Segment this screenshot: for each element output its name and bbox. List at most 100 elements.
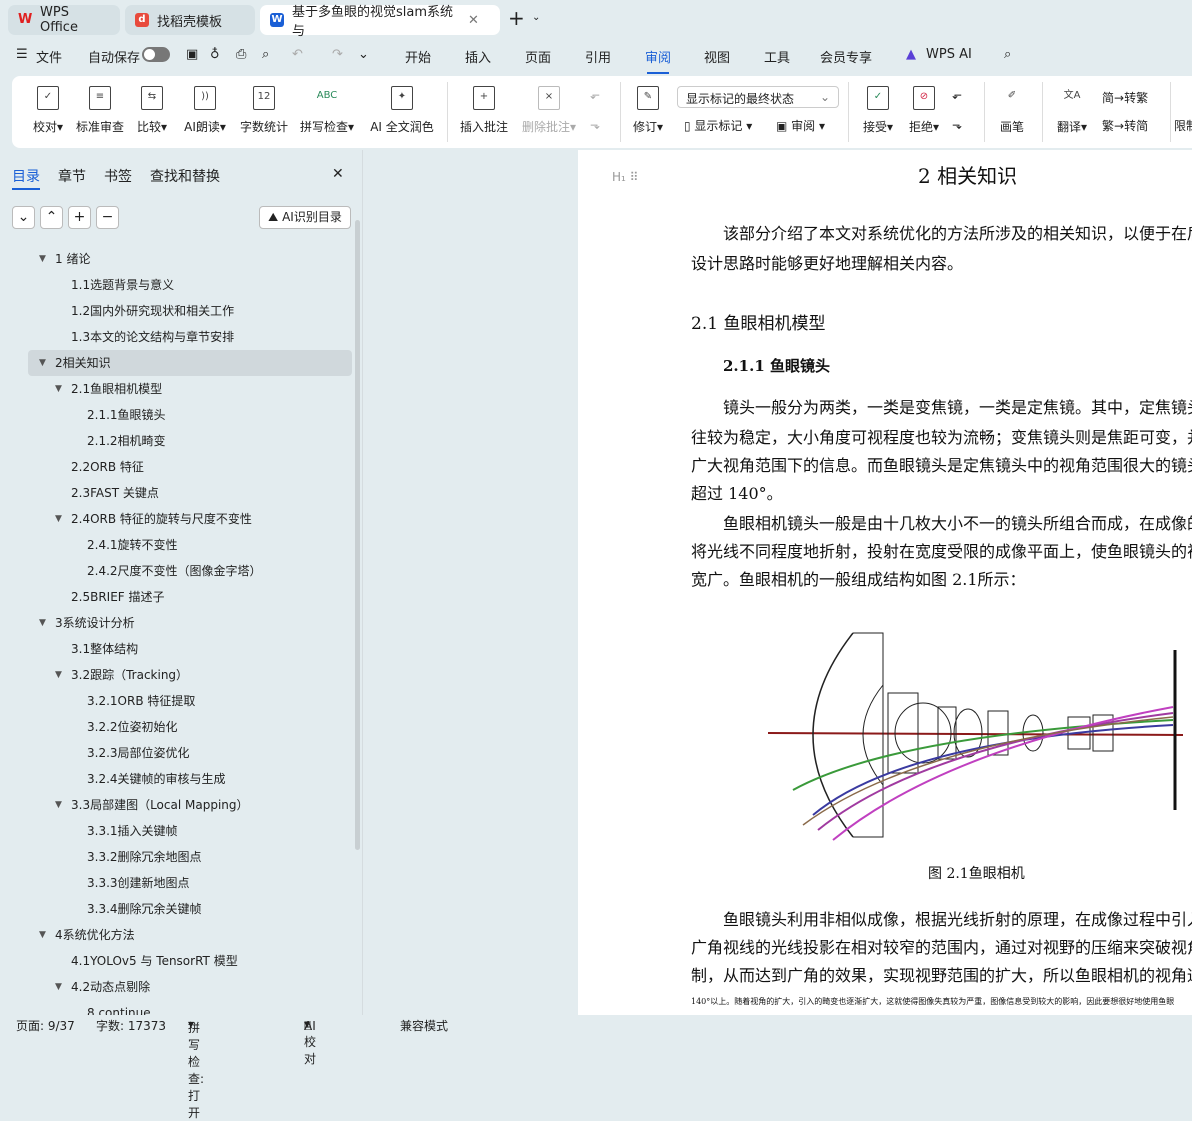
to-simplified-button[interactable]: 繁→转简 [1102,117,1148,134]
to-traditional-button[interactable]: 简→转繁 [1102,89,1148,106]
show-markup-button[interactable]: ▯ 显示标记 ▾ [684,117,752,134]
toc-item[interactable]: 1.3本文的论文结构与章节安排 [28,324,352,350]
toc-item[interactable]: ▼ 2相关知识 [28,350,352,376]
remove-heading-button[interactable]: − [96,206,119,229]
close-icon[interactable]: ✕ [468,13,479,28]
menu-review[interactable]: 审阅 [645,47,671,74]
toc-item[interactable]: ▼ 2.1鱼眼相机模型 [28,376,352,402]
ai-check-status[interactable]: ⍁ AI 校对 ▾ [304,1017,316,1066]
prev-change-icon[interactable]: ⬐ [952,88,962,102]
toc-item[interactable]: 2.1.1鱼眼镜头 [28,402,352,428]
toc-item[interactable]: 3.2.1ORB 特征提取 [28,688,352,714]
toc-item[interactable]: 3.3.1插入关键帧 [28,818,352,844]
ai-toc-button[interactable]: ⛰ AI识别目录 [259,206,351,229]
add-heading-button[interactable]: + [68,206,91,229]
toc-item[interactable]: ▼ 3系统设计分析 [28,610,352,636]
toc-item[interactable]: 2.4.2尺度不变性（图像金字塔） [28,558,352,584]
toc-item[interactable]: ▼ 3.2跟踪（Tracking） [28,662,352,688]
toc-item[interactable]: 3.1整体结构 [28,636,352,662]
toc-item[interactable]: 2.3FAST 关键点 [28,480,352,506]
expand-caret-icon[interactable]: ▼ [55,662,62,688]
accept-button[interactable]: ✓ 接受▾ [858,86,898,135]
ai-read-button[interactable]: )) AI朗读▾ [178,86,232,135]
toc-item[interactable]: ▼ 4系统优化方法 [28,922,352,948]
toc-item[interactable]: 3.3.2删除冗余地图点 [28,844,352,870]
toc-item[interactable]: 3.2.3局部位姿优化 [28,740,352,766]
toc-item[interactable]: 2.2ORB 特征 [28,454,352,480]
expand-caret-icon[interactable]: ▼ [55,792,62,818]
menu-tools[interactable]: 工具 [764,47,790,66]
undo-icon[interactable]: ↶ [292,47,303,62]
menu-insert[interactable]: 插入 [465,47,491,66]
expand-caret-icon[interactable]: ▼ [39,246,46,272]
translate-button[interactable]: 文A 翻译▾ [1052,86,1092,135]
toc-item[interactable]: 2.4.1旋转不变性 [28,532,352,558]
nav-tab-sections[interactable]: 章节 [58,166,86,186]
expand-caret-icon[interactable]: ▼ [55,506,62,532]
toc-item[interactable]: ▼ 3.3局部建图（Local Mapping） [28,792,352,818]
next-comment-icon[interactable]: ⬎ [590,118,600,132]
menu-view[interactable]: 视图 [704,47,730,66]
standard-review-button[interactable]: ≡ 标准审查 [74,86,126,135]
menu-references[interactable]: 引用 [585,47,611,66]
toc-item[interactable]: 4.1YOLOv5 与 TensorRT 模型 [28,948,352,974]
new-tab-plus-icon[interactable]: + [508,6,525,30]
toc-item[interactable]: 2.1.2相机畸变 [28,428,352,454]
nav-tab-bookmarks[interactable]: 书签 [104,166,132,186]
toc-item[interactable]: 2.5BRIEF 描述子 [28,584,352,610]
print-preview-icon[interactable]: ⌕ [262,47,269,62]
toc-item[interactable]: 1.1选题背景与意义 [28,272,352,298]
nav-tab-find-replace[interactable]: 查找和替换 [150,166,220,186]
tab-wps-office[interactable]: W WPS Office [8,5,120,35]
chevron-down-icon[interactable]: ⌄ [532,12,540,23]
spell-check-button[interactable]: ABC 拼写检查▾ [296,86,358,135]
menu-page[interactable]: 页面 [525,47,551,66]
next-change-icon[interactable]: ⬎ [952,118,962,132]
markup-state-select[interactable]: 显示标记的最终状态 ⌄ [677,86,839,108]
toc-item[interactable]: ▼ 2.4ORB 特征的旋转与尺度不变性 [28,506,352,532]
menu-home[interactable]: 开始 [405,47,431,66]
expand-caret-icon[interactable]: ▼ [55,376,62,402]
print-icon[interactable]: ⎙ [236,47,246,62]
review-pane-button[interactable]: ▣ 审阅 ▾ [776,117,825,134]
share-icon[interactable]: ♁ [210,47,220,62]
file-menu[interactable]: 文件 [36,47,62,66]
save-icon[interactable]: ▣ [186,47,198,62]
close-pane-icon[interactable]: ✕ [332,166,344,182]
expand-caret-icon[interactable]: ▼ [55,974,62,1000]
menu-membership[interactable]: 会员专享 [820,47,872,66]
toc-item[interactable]: ▼ 4.2动态点剔除 [28,974,352,1000]
word-count[interactable]: 字数: 17373 [96,1017,166,1034]
ai-polish-button[interactable]: ✦ AI 全文润色 [366,86,438,135]
restrict-editing-button[interactable]: 限制 [1174,117,1192,134]
expand-caret-icon[interactable]: ▼ [39,922,46,948]
redo-icon[interactable]: ↷ [332,47,343,62]
toc-item[interactable]: 1.2国内外研究现状和相关工作 [28,298,352,324]
expand-caret-icon[interactable]: ▼ [39,350,46,376]
reject-button[interactable]: ⊘ 拒绝▾ [904,86,944,135]
toc-item[interactable]: 3.2.4关键帧的审核与生成 [28,766,352,792]
toc-scrollbar[interactable] [355,220,360,850]
autosave-toggle[interactable] [142,47,170,62]
toc-item[interactable]: 3.2.2位姿初始化 [28,714,352,740]
delete-comment-button[interactable]: × 删除批注▾ [518,86,580,135]
track-changes-button[interactable]: ✎ 修订▾ [628,86,668,135]
collapse-all-button[interactable]: ⌄ [12,206,35,229]
more-chevron-icon[interactable]: ⌄ [358,47,369,62]
hamburger-icon[interactable]: ☰ [16,47,28,62]
expand-up-button[interactable]: ⌃ [40,206,63,229]
search-icon[interactable]: ⌕ [1004,47,1011,62]
heading-drag-handle-icon[interactable]: H₁ ⠿ [612,170,638,184]
expand-caret-icon[interactable]: ▼ [39,610,46,636]
pen-button[interactable]: ✐ 画笔 [994,86,1030,135]
toc-item[interactable]: ▼ 1 绪论 [28,246,352,272]
nav-tab-toc[interactable]: 目录 [12,166,40,190]
tab-document[interactable]: W 基于多鱼眼的视觉slam系统 与 ✕ [260,5,500,39]
insert-comment-button[interactable]: + 插入批注 [458,86,510,135]
page-indicator[interactable]: 页面: 9/37 [16,1017,75,1034]
compare-button[interactable]: ⇆ 比较▾ [132,86,172,135]
word-count-button[interactable]: 12 字数统计 [238,86,290,135]
spell-check-status[interactable]: 拼写检查: 打开 ▾ [188,1017,204,1120]
proofread-button[interactable]: ✓ 校对▾ [28,86,68,135]
toc-item[interactable]: 3.3.4删除冗余关键帧 [28,896,352,922]
